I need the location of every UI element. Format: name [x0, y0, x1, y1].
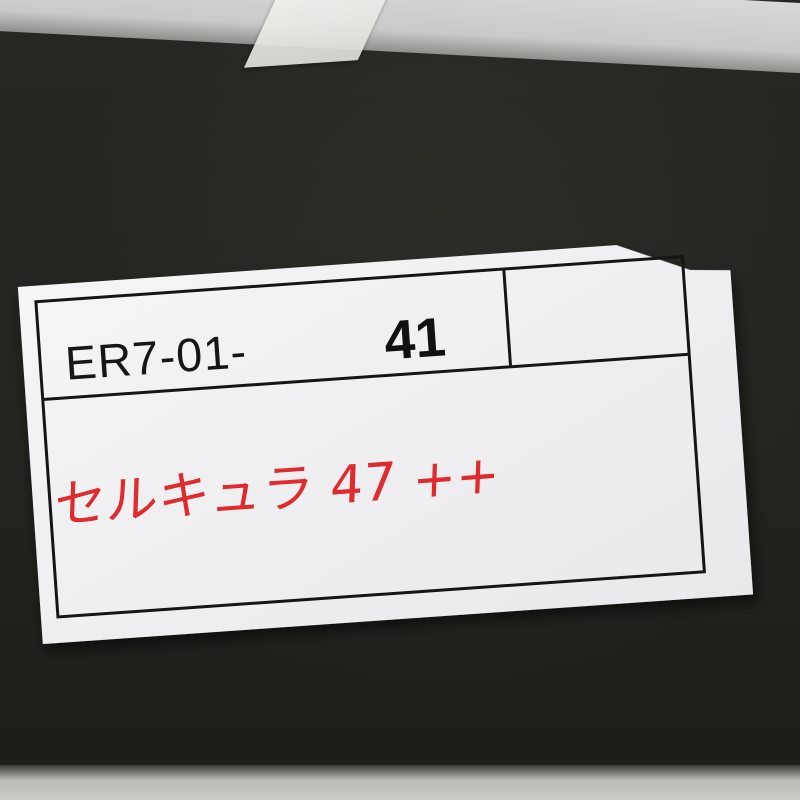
label-paper — [17, 245, 754, 645]
paper-label: ER7-01- 41 セルキュラ 47 ++ — [17, 245, 754, 645]
photo-scene: ER7-01- 41 セルキュラ 47 ++ — [0, 0, 800, 800]
label-code-number: 41 — [382, 305, 447, 371]
